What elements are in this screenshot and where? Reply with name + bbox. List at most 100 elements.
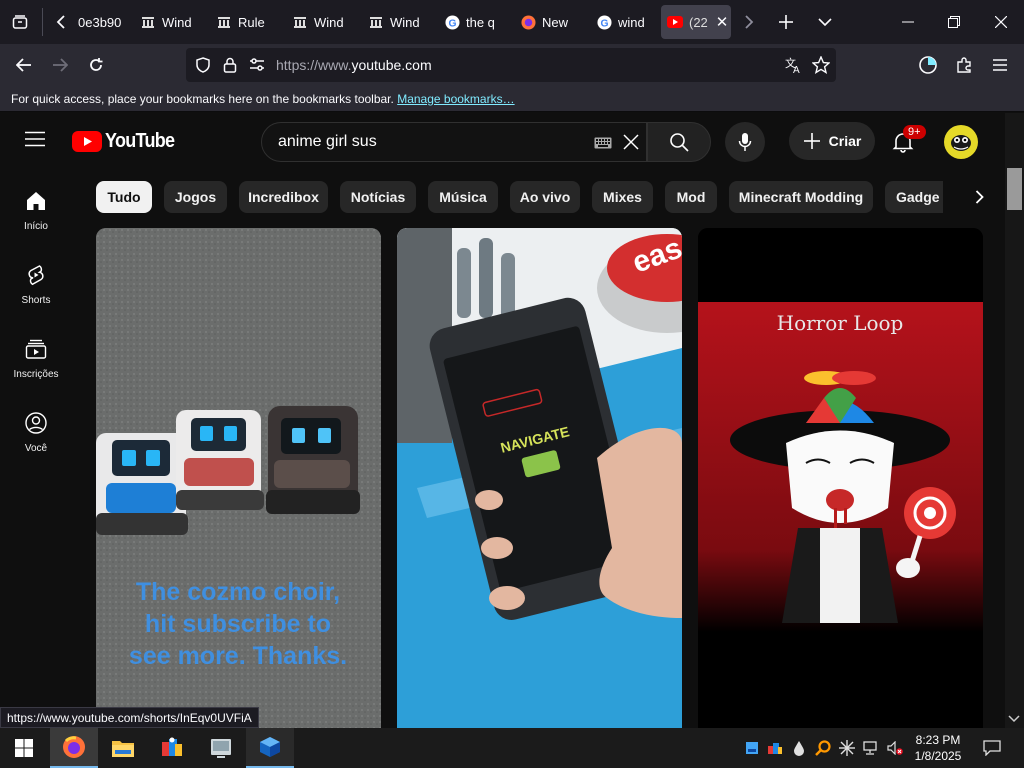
virtualbox-icon	[260, 737, 280, 757]
chip-games[interactable]: Jogos	[164, 181, 227, 213]
close-tab-icon[interactable]: ✕	[716, 13, 729, 31]
tray-sparkle-icon[interactable]	[837, 738, 857, 758]
chip-incredibox[interactable]: Incredibox	[239, 181, 328, 213]
tab-0[interactable]: 0e3b90	[72, 5, 132, 39]
back-icon[interactable]	[8, 49, 40, 81]
tab-label: wind	[618, 14, 645, 30]
svg-text:A: A	[793, 65, 800, 74]
short-card-phone[interactable]: eas NAVIGATE	[397, 228, 682, 728]
horror-loop-title: Horror Loop	[777, 311, 904, 335]
short-card-cozmo[interactable]: The cozmo choir, hit subscribe to see mo…	[96, 228, 381, 728]
sidebar-item-shorts[interactable]: Shorts	[0, 263, 72, 306]
tab-3[interactable]: Wind	[286, 5, 354, 39]
minimize-icon[interactable]	[892, 5, 924, 39]
guide-menu-icon[interactable]	[24, 131, 46, 152]
tabs-scroll-right-icon[interactable]	[733, 5, 765, 39]
tab-6[interactable]: New	[514, 5, 582, 39]
firefox-taskbar-button[interactable]	[50, 728, 98, 768]
youtube-logo[interactable]: YouTube	[72, 130, 182, 153]
url-bar[interactable]: https://www.youtube.com 文A	[186, 48, 836, 82]
youtube-logo-text: YouTube	[105, 130, 175, 152]
scrollbar-thumb[interactable]	[1007, 168, 1022, 210]
list-all-tabs-icon[interactable]	[809, 5, 841, 39]
tray-app-icon[interactable]	[765, 738, 785, 758]
permissions-icon[interactable]	[249, 58, 265, 77]
tab-4[interactable]: Wind	[362, 5, 430, 39]
avatar[interactable]	[944, 125, 978, 159]
robot-dark	[266, 406, 360, 514]
app-taskbar-button[interactable]	[148, 728, 196, 768]
overlay-line-3: see more. Thanks.	[129, 642, 347, 670]
chips-next-icon[interactable]	[963, 181, 995, 213]
extensions-icon[interactable]	[948, 49, 980, 81]
menu-icon[interactable]	[984, 49, 1016, 81]
sidebar-item-home[interactable]: Início	[0, 189, 72, 232]
reload-icon[interactable]	[80, 49, 112, 81]
tray-drop-icon[interactable]	[789, 738, 809, 758]
file-explorer-taskbar-button[interactable]	[99, 728, 147, 768]
chip-live[interactable]: Ao vivo	[510, 181, 580, 213]
tray-search-icon[interactable]	[813, 738, 833, 758]
short-card-horror-loop[interactable]: Horror Loop	[698, 228, 983, 728]
close-window-icon[interactable]	[985, 5, 1017, 39]
bookmarks-message: For quick access, place your bookmarks h…	[11, 92, 394, 106]
explorer-icon	[211, 739, 231, 758]
youtube-page: YouTube anime girl sus Criar 9+ Início S…	[0, 113, 1005, 728]
keyboard-icon[interactable]	[594, 136, 612, 154]
sidebar-item-you[interactable]: Você	[0, 411, 72, 454]
plus-icon	[803, 133, 820, 149]
search-input[interactable]: anime girl sus	[278, 133, 377, 151]
youtube-icon	[667, 14, 683, 30]
tab-2[interactable]: Rule	[210, 5, 276, 39]
start-icon[interactable]	[0, 728, 48, 768]
tab-label: New	[542, 14, 569, 30]
sidebar-item-subscriptions[interactable]: Inscrições	[0, 337, 72, 380]
lock-icon[interactable]	[223, 57, 237, 78]
chip-minecraft-modding[interactable]: Minecraft Modding	[729, 181, 873, 213]
search-button[interactable]	[647, 122, 711, 162]
tab-1[interactable]: Wind	[134, 5, 202, 39]
tab-bar: 0e3b90 Wind Rule Wind Wind G the q New G…	[0, 0, 1024, 44]
create-button[interactable]: Criar	[789, 122, 875, 160]
tab-label: the q	[466, 14, 495, 30]
new-tab-icon[interactable]	[770, 5, 802, 39]
search-box[interactable]: anime girl sus	[261, 122, 647, 162]
notifications-center-icon[interactable]	[982, 738, 1002, 758]
chip-mod[interactable]: Mod	[665, 181, 717, 213]
network-icon[interactable]	[861, 738, 881, 758]
virtualbox-taskbar-button[interactable]	[246, 728, 294, 768]
tab-5[interactable]: G the q	[438, 5, 506, 39]
voice-search-button[interactable]	[725, 122, 765, 162]
google-icon: G	[444, 14, 460, 30]
wiki-icon	[368, 14, 384, 30]
chip-mixes[interactable]: Mixes	[592, 181, 653, 213]
tab-label: Wind	[390, 14, 420, 30]
tray-app-icon[interactable]	[742, 738, 762, 758]
firefox-view-icon[interactable]	[912, 49, 944, 81]
sidebar-label: Shorts	[21, 295, 51, 306]
notifications-button[interactable]: 9+	[892, 125, 926, 158]
app-icon	[162, 737, 182, 756]
shield-icon[interactable]	[195, 57, 211, 78]
scroll-down-arrow-icon[interactable]	[1008, 711, 1020, 729]
chip-news[interactable]: Notícias	[340, 181, 416, 213]
restore-icon[interactable]	[938, 5, 970, 39]
status-link-tooltip: https://www.youtube.com/shorts/InEqv0UVF…	[0, 707, 259, 728]
explorer-taskbar-button[interactable]	[197, 728, 245, 768]
manage-bookmarks-link[interactable]: Manage bookmarks…	[397, 92, 514, 106]
tab-7[interactable]: G wind	[590, 5, 658, 39]
chip-all[interactable]: Tudo	[96, 181, 152, 213]
wiki-icon	[216, 14, 232, 30]
chip-music[interactable]: Música	[428, 181, 498, 213]
clock[interactable]: 8:23 PM 1/8/2025	[905, 732, 971, 764]
clear-search-icon[interactable]	[622, 133, 640, 156]
forward-icon[interactable]	[44, 49, 76, 81]
subscriptions-icon	[24, 337, 48, 361]
chip-gadgets[interactable]: Gadge	[885, 181, 943, 213]
tab-active-youtube[interactable]: (22 ✕	[661, 5, 731, 39]
translate-icon[interactable]: 文A	[784, 56, 802, 79]
bookmark-star-icon[interactable]	[811, 55, 831, 79]
tab-overview-icon[interactable]	[4, 5, 36, 39]
volume-muted-icon[interactable]	[885, 738, 905, 758]
url-text[interactable]: https://www.youtube.com	[276, 57, 432, 73]
